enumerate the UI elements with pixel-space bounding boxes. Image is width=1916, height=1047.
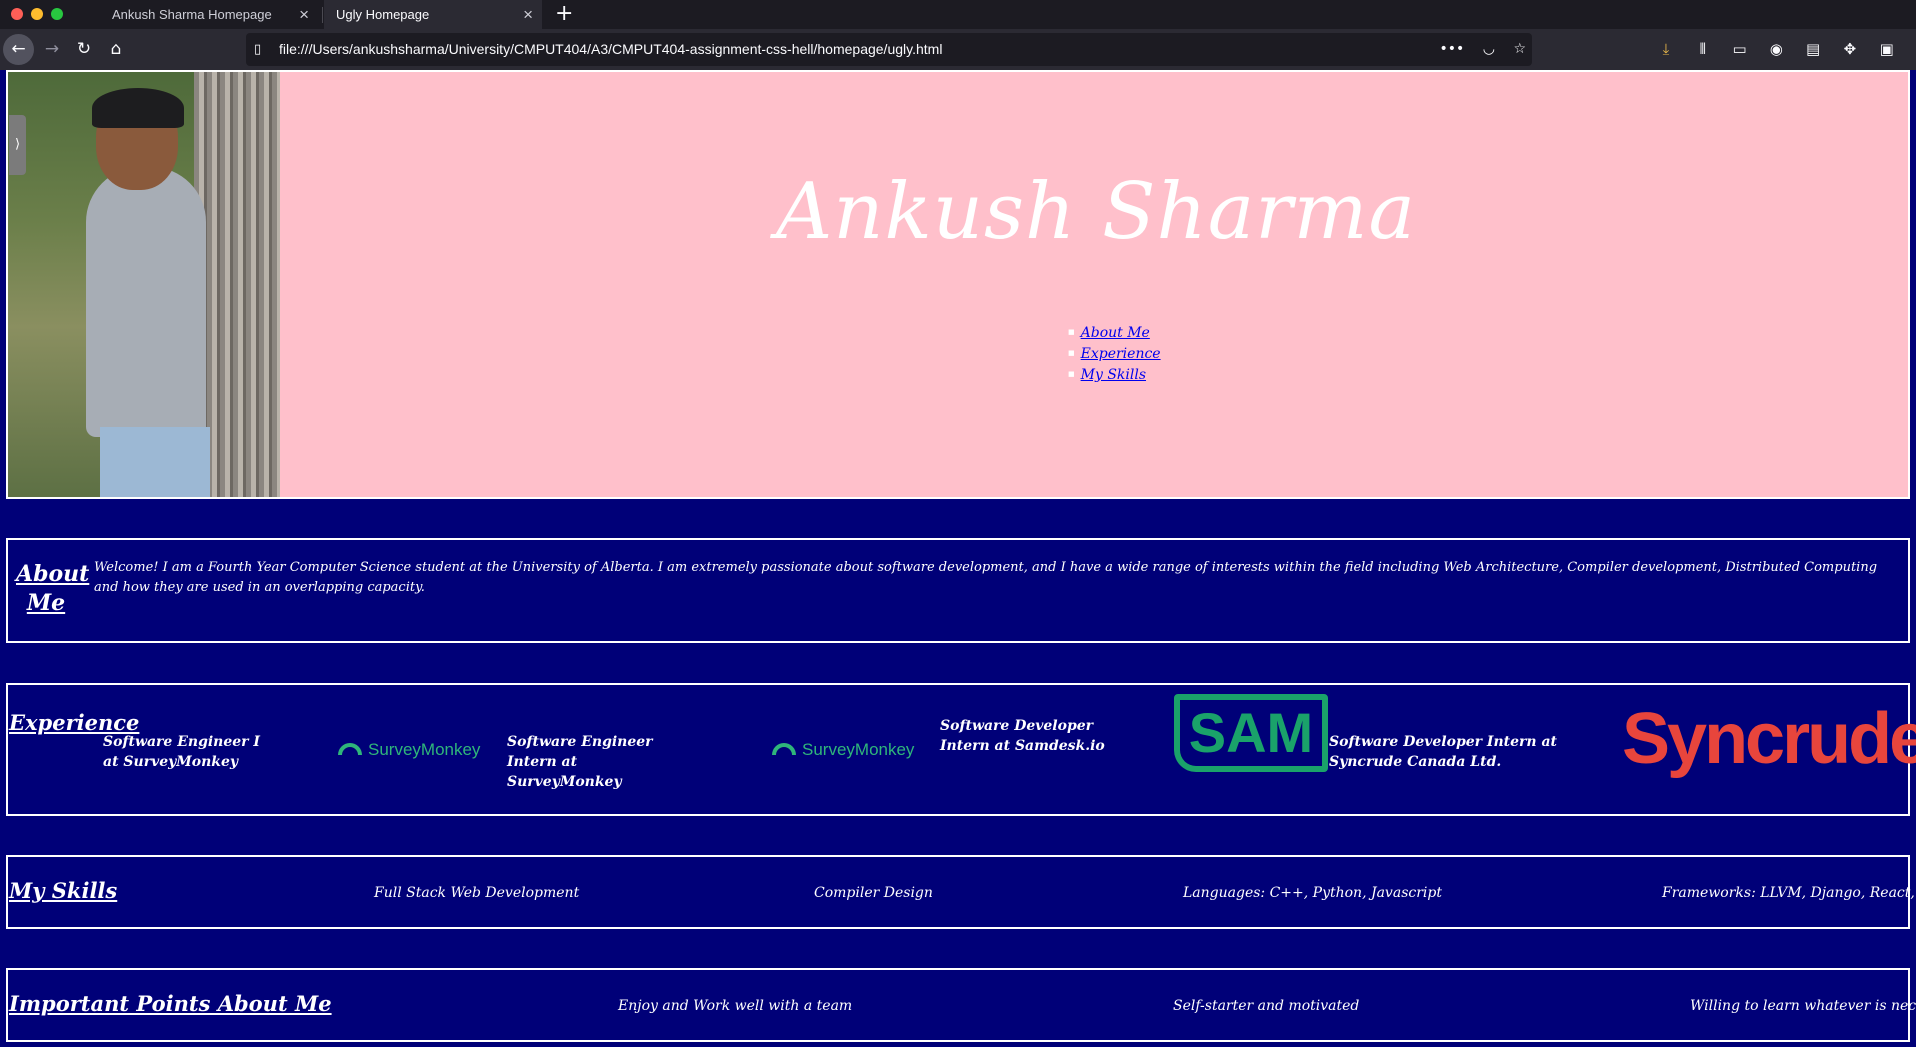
home-button[interactable]: ⌂	[102, 29, 130, 70]
surveymonkey-logo: SurveyMonkey	[338, 740, 480, 760]
tab-strip: Ankush Sharma Homepage × Ugly Homepage ×…	[0, 0, 1916, 29]
toolbar-icons: ⤓ ⫴ ▭ ◉ ▤ ✥ ▣ ≡	[1650, 29, 1916, 70]
tab-ankush-homepage[interactable]: Ankush Sharma Homepage ×	[100, 0, 318, 29]
window-close-button[interactable]	[11, 8, 23, 20]
tab-ugly-homepage[interactable]: Ugly Homepage ×	[324, 0, 542, 29]
more-actions-icon[interactable]: •••	[1440, 41, 1465, 57]
address-bar[interactable]: ▯ file:///Users/ankushsharma/University/…	[246, 33, 1532, 66]
experience-section: Experience Software Engineer I at Survey…	[6, 683, 1916, 816]
nav-item-skills: My Skills	[1068, 364, 1161, 385]
tab-divider	[322, 7, 323, 23]
url-text[interactable]: file:///Users/ankushsharma/University/CM…	[279, 33, 942, 66]
point-item: Self-starter and motivated	[1173, 998, 1360, 1014]
window-maximize-button[interactable]	[51, 8, 63, 20]
point-item: Willing to learn whatever is necessary	[1690, 998, 1916, 1014]
skills-heading: My Skills	[9, 878, 118, 903]
tab-label: Ankush Sharma Homepage	[112, 7, 272, 22]
extension-icon[interactable]: ✥	[1834, 29, 1866, 70]
page-header: Ankush Sharma About Me Experience My Ski…	[6, 70, 1910, 499]
chevron-right-icon[interactable]: ⟩	[9, 115, 26, 175]
close-icon[interactable]: ×	[523, 0, 533, 29]
account-icon[interactable]: ◉	[1760, 29, 1792, 70]
point-item: Enjoy and Work well with a team	[618, 998, 853, 1014]
sam-logo: SAM	[1174, 694, 1328, 772]
section-nav: About Me Experience My Skills	[1068, 322, 1161, 385]
page-icon: ▯	[254, 42, 262, 57]
nav-link-skills[interactable]: My Skills	[1081, 367, 1146, 383]
about-text: Welcome! I am a Fourth Year Computer Sci…	[94, 560, 1878, 595]
photo-cap	[92, 88, 184, 128]
back-button[interactable]: ←	[3, 34, 34, 65]
about-section: About Me Welcome! I am a Fourth Year Com…	[6, 538, 1910, 643]
nav-item-about: About Me	[1068, 322, 1161, 343]
new-tab-button[interactable]: +	[555, 0, 573, 27]
skill-item: Languages: C++, Python, Javascript	[1183, 885, 1442, 901]
close-icon[interactable]: ×	[299, 0, 309, 29]
nav-link-experience[interactable]: Experience	[1081, 346, 1161, 362]
pocket-icon[interactable]: ◡	[1483, 41, 1495, 57]
menu-icon[interactable]: ≡	[1907, 29, 1916, 70]
window-minimize-button[interactable]	[31, 8, 43, 20]
skill-item: Compiler Design	[814, 885, 933, 901]
experience-item: Software Developer Intern at Samdesk.io	[940, 718, 1105, 754]
points-section: Important Points About Me Enjoy and Work…	[6, 968, 1916, 1042]
library-icon[interactable]: ⫴	[1687, 29, 1719, 70]
profile-photo	[8, 72, 280, 497]
page-title: Ankush Sharma	[775, 167, 1417, 257]
surveymonkey-logo: SurveyMonkey	[772, 740, 914, 760]
download-icon[interactable]: ⤓	[1650, 29, 1682, 70]
forward-button[interactable]: →	[38, 29, 66, 70]
experience-item: Software Developer Intern at Syncrude Ca…	[1329, 734, 1557, 770]
nav-item-experience: Experience	[1068, 343, 1161, 364]
skills-section: My Skills Full Stack Web Development Com…	[6, 855, 1916, 929]
about-heading: About Me	[16, 561, 90, 616]
gift-icon[interactable]: ▣	[1871, 29, 1903, 70]
tab-label: Ugly Homepage	[336, 7, 430, 22]
bookmark-star-icon[interactable]: ☆	[1513, 41, 1526, 57]
skill-item: Full Stack Web Development	[374, 885, 580, 901]
reload-button[interactable]: ↻	[70, 29, 98, 70]
navigation-toolbar: ← → ↻ ⌂ ▯ file:///Users/ankushsharma/Uni…	[0, 29, 1916, 70]
experience-item: Software Engineer I at SurveyMonkey	[103, 734, 260, 770]
syncrude-logo: Syncrude	[1622, 699, 1916, 779]
page-content: ⟩ Ankush Sharma About Me Experience My S…	[0, 70, 1916, 1047]
points-heading: Important Points About Me	[9, 991, 332, 1016]
nav-link-about[interactable]: About Me	[1081, 325, 1150, 341]
sidebar-icon[interactable]: ▭	[1724, 29, 1756, 70]
photo-jeans	[100, 427, 210, 497]
reader-icon[interactable]: ▤	[1797, 29, 1829, 70]
url-actions: ••• ◡ ☆	[1426, 33, 1526, 66]
photo-person	[86, 167, 206, 437]
skill-item: Frameworks: LLVM, Django, React, Vue.js	[1662, 885, 1916, 901]
experience-item: Software Engineer Intern at SurveyMonkey	[507, 734, 653, 790]
